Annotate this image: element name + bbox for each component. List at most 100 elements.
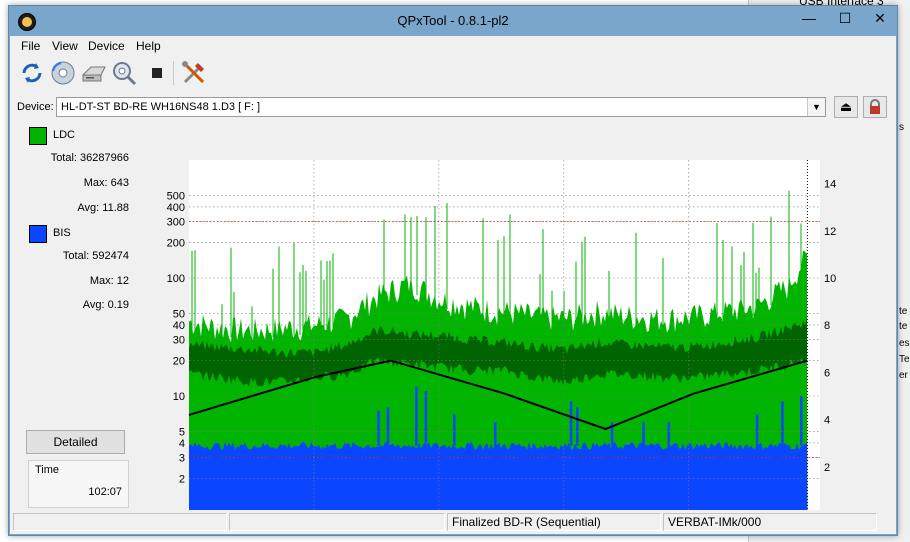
bis-total: Total: 592474 bbox=[63, 250, 129, 262]
y-tick-label: 5 bbox=[179, 427, 185, 439]
ldc-max-value: 643 bbox=[110, 177, 129, 189]
y-tick-label: 30 bbox=[173, 335, 185, 347]
y2-tick-label: 10 bbox=[824, 273, 836, 285]
maximize-button[interactable]: ☐ bbox=[827, 6, 863, 32]
bis-spike bbox=[424, 391, 428, 446]
y-tick-label: 100 bbox=[167, 273, 185, 285]
time-label: Time bbox=[35, 464, 60, 476]
bis-avg-value: 0.19 bbox=[107, 299, 129, 311]
ldc-avg-value: 11.88 bbox=[102, 202, 129, 214]
right-strip bbox=[867, 123, 896, 508]
bis-spike bbox=[800, 396, 803, 446]
bis-spike bbox=[494, 422, 497, 446]
y-tick-label: 400 bbox=[167, 202, 185, 214]
y2-tick-label: 4 bbox=[824, 415, 830, 427]
bis-avg: Avg: 0.19 bbox=[83, 299, 129, 311]
lock-icon bbox=[870, 99, 880, 114]
client-area: File View Device Help Device: HL-DT-ST B… bbox=[10, 36, 896, 534]
y-tick-label: 4 bbox=[179, 438, 185, 450]
menu-file[interactable]: File bbox=[21, 39, 40, 53]
bis-spike bbox=[667, 422, 671, 446]
time-value: 102:07 bbox=[88, 486, 122, 498]
bis-avg-label: Avg: bbox=[82, 299, 105, 311]
detailed-button[interactable]: Detailed bbox=[26, 430, 125, 454]
bis-max-label: Max: bbox=[89, 275, 114, 287]
y-tick-label: 40 bbox=[173, 320, 185, 332]
bis-spike bbox=[569, 401, 573, 446]
background-text-fragment: te bbox=[899, 306, 908, 317]
eject-button[interactable]: ⏏ bbox=[834, 96, 858, 118]
device-label: Device: bbox=[17, 101, 54, 113]
disc-scan-icon[interactable] bbox=[49, 59, 77, 87]
lock-button[interactable] bbox=[863, 96, 887, 118]
drive-icon[interactable] bbox=[80, 59, 108, 87]
menu-device[interactable]: Device bbox=[88, 39, 125, 53]
ldc-color-swatch bbox=[29, 127, 47, 145]
settings-tools-icon[interactable] bbox=[180, 59, 208, 87]
bis-spike bbox=[781, 401, 784, 446]
bis-area bbox=[189, 441, 808, 514]
background-text-fragment: s bbox=[899, 122, 904, 133]
refresh-icon[interactable] bbox=[18, 59, 46, 87]
minimize-button[interactable]: — bbox=[791, 6, 827, 32]
status-disc-type: Finalized BD-R (Sequential) bbox=[447, 513, 661, 531]
bis-total-label: Total: bbox=[62, 250, 90, 262]
title-bar[interactable]: QPxTool - 0.8.1-pl2 — ☐ ✕ bbox=[9, 6, 897, 36]
status-cell-2 bbox=[229, 513, 445, 531]
y-tick-label: 2 bbox=[179, 473, 185, 485]
device-select-value: HL-DT-ST BD-RE WH16NS48 1.D3 [ F: ] bbox=[61, 101, 261, 113]
y-tick-label: 3 bbox=[179, 453, 185, 465]
y-tick-label: 500 bbox=[167, 191, 185, 203]
close-button[interactable]: ✕ bbox=[862, 6, 898, 32]
y-tick-label: 200 bbox=[167, 237, 185, 249]
status-bar: Finalized BD-R (Sequential) VERBAT-IMk/0… bbox=[10, 510, 896, 534]
status-media-id: VERBAT-IMk/000 bbox=[663, 513, 877, 531]
ldc-avg: Avg: 11.88 bbox=[77, 202, 129, 214]
ldc-legend-label: LDC bbox=[53, 129, 76, 141]
time-box: Time 102:07 bbox=[28, 460, 129, 508]
toolbar-separator bbox=[173, 61, 174, 85]
bis-total-value: 592474 bbox=[92, 250, 129, 262]
bis-color-swatch bbox=[29, 225, 47, 243]
bis-spike bbox=[415, 386, 418, 446]
device-select[interactable]: HL-DT-ST BD-RE WH16NS48 1.D3 [ F: ] ▼ bbox=[56, 97, 826, 117]
ldc-total-value: 36287966 bbox=[80, 152, 129, 164]
window-title: QPxTool - 0.8.1-pl2 bbox=[397, 13, 509, 28]
qpxtool-window: QPxTool - 0.8.1-pl2 — ☐ ✕ File View Devi… bbox=[8, 5, 898, 536]
y2-tick-label: 14 bbox=[824, 179, 836, 191]
chevron-down-icon[interactable]: ▼ bbox=[807, 98, 825, 116]
y2-tick-label: 2 bbox=[824, 462, 830, 474]
disc-search-icon[interactable] bbox=[110, 59, 138, 87]
background-text-fragment: Te bbox=[899, 354, 910, 365]
menu-bar: File View Device Help bbox=[10, 36, 896, 55]
eject-icon: ⏏ bbox=[839, 99, 853, 114]
bis-spike bbox=[755, 414, 759, 446]
bis-spike bbox=[377, 410, 380, 446]
ldc-bis-chart: 1234510203040501002003004005002468101214… bbox=[167, 160, 836, 533]
bis-spike bbox=[642, 422, 645, 446]
stop-icon[interactable] bbox=[143, 59, 171, 87]
background-text-fragment: te bbox=[899, 321, 908, 332]
ldc-total: Total: 36287966 bbox=[51, 152, 129, 164]
bis-spike bbox=[453, 414, 456, 446]
ldc-max-label: Max: bbox=[83, 177, 108, 189]
toolbar bbox=[10, 56, 896, 90]
bis-spike bbox=[576, 407, 579, 446]
background-text-fragment: er bbox=[899, 370, 908, 381]
device-row: Device: HL-DT-ST BD-RE WH16NS48 1.D3 [ F… bbox=[10, 96, 896, 120]
y2-tick-label: 6 bbox=[824, 367, 830, 379]
y2-tick-label: 8 bbox=[824, 320, 830, 332]
y-tick-label: 300 bbox=[167, 217, 185, 229]
y-tick-label: 50 bbox=[173, 309, 185, 321]
bis-legend-label: BIS bbox=[53, 227, 71, 239]
bis-max: Max: 12 bbox=[90, 275, 129, 287]
ldc-avg-label: Avg: bbox=[77, 202, 100, 214]
y-tick-label: 20 bbox=[173, 355, 185, 367]
y2-tick-label: 12 bbox=[824, 226, 836, 238]
background-text-fragment: es bbox=[899, 338, 910, 349]
ldc-total-label: Total: bbox=[50, 152, 77, 164]
ldc-max: Max: 643 bbox=[84, 177, 129, 189]
menu-help[interactable]: Help bbox=[136, 39, 161, 53]
menu-view[interactable]: View bbox=[52, 39, 78, 53]
status-cell-1 bbox=[13, 513, 227, 531]
